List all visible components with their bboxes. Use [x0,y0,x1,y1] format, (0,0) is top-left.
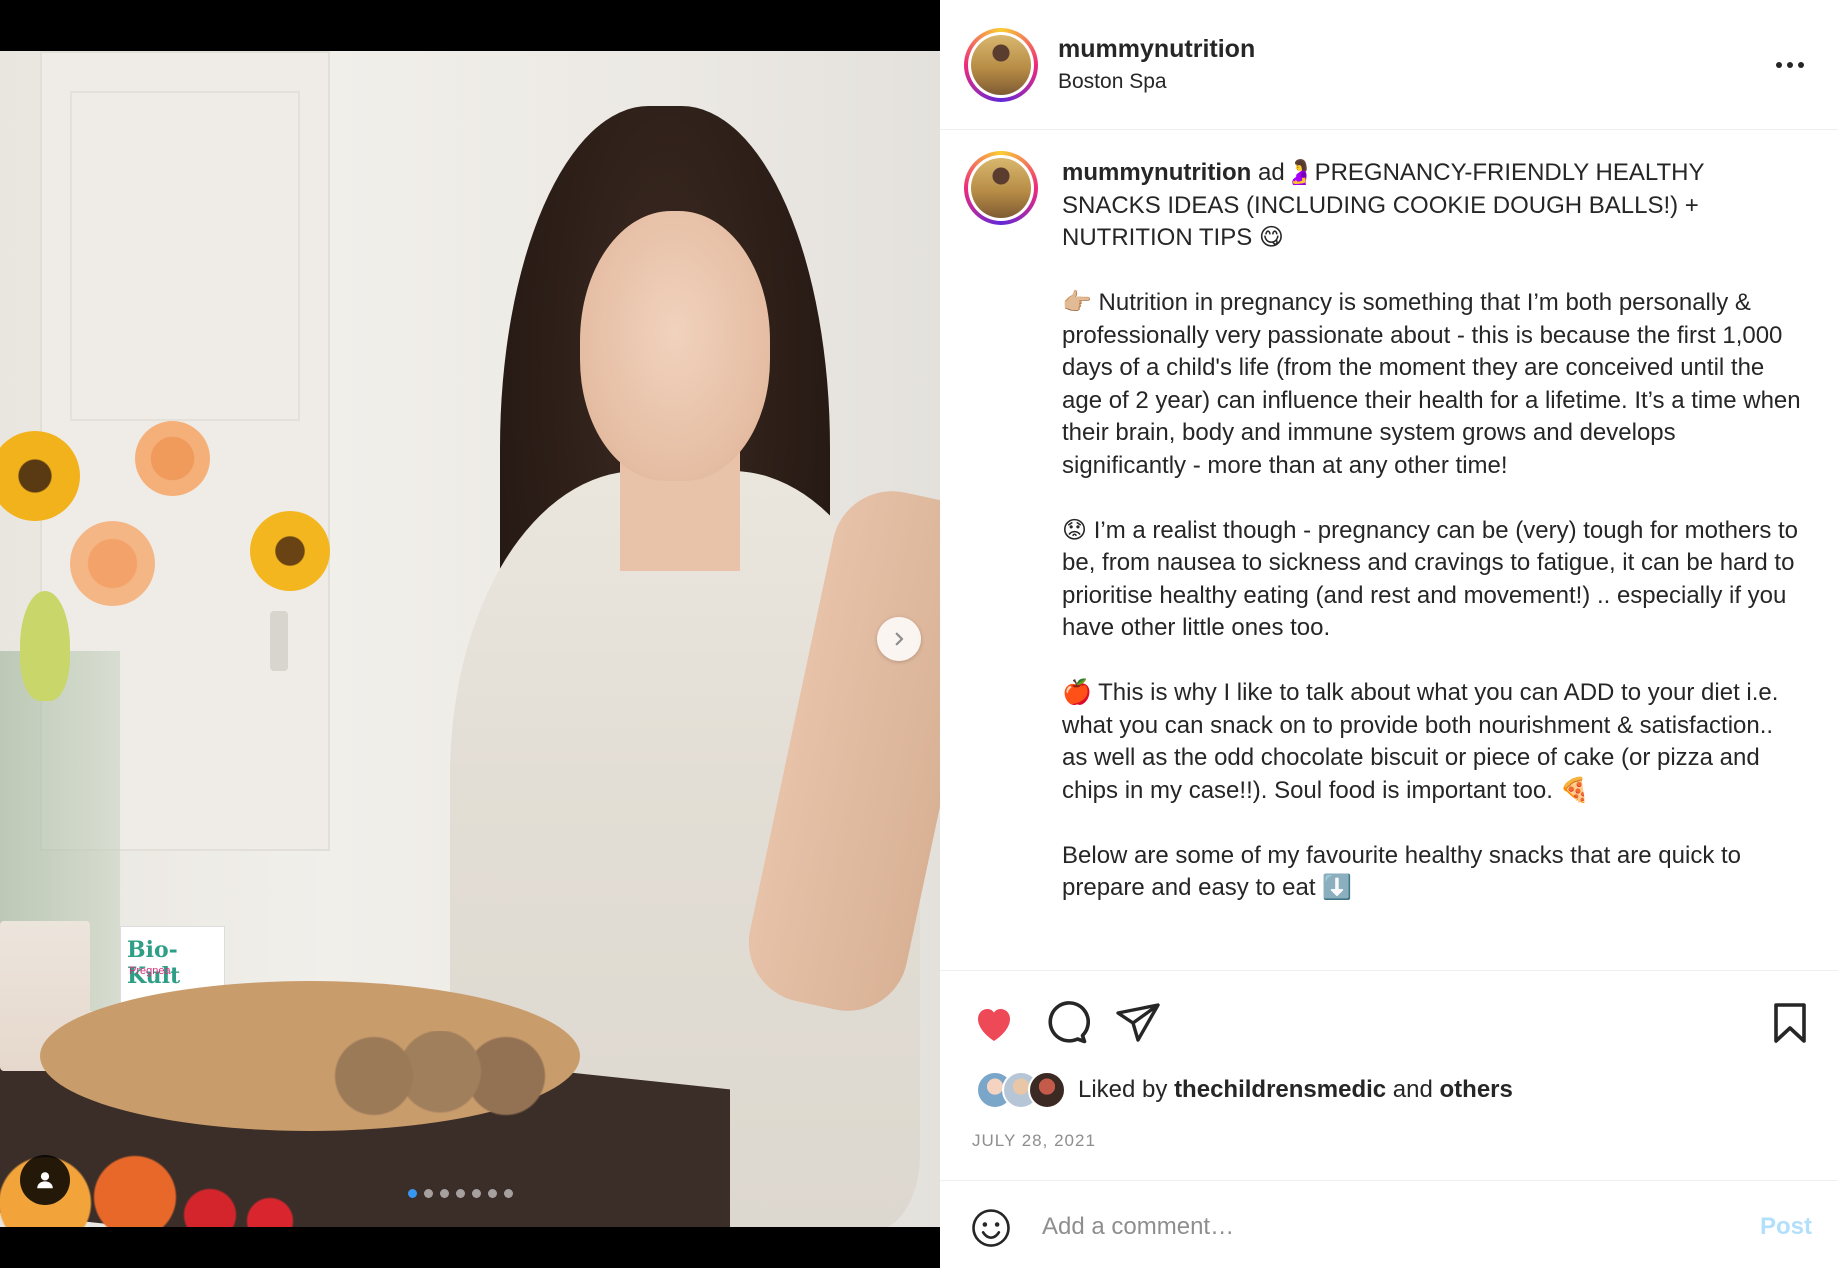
post-photo: Bio-Kult Pregnea [0,51,940,1227]
heart-icon[interactable] [970,999,1018,1047]
liked-by-prefix: Liked by [1078,1076,1168,1103]
caption-headline-paragraph: mummynutrition ad🤰PREGNANCY-FRIENDLY HEA… [1062,157,1802,255]
comment-input[interactable] [1042,1203,1662,1251]
instagram-post-view: Bio-Kult Pregnea mummynutrition Boston S… [0,0,1838,1268]
send-icon[interactable] [1114,999,1162,1047]
product-subtitle: Pregnea [129,965,171,977]
carousel-indicator [408,1189,513,1198]
liked-by-joiner: and [1392,1076,1433,1103]
post-side-panel: mummynutrition Boston Spa mummynutrition… [940,0,1838,1268]
emoji-icon[interactable] [970,1207,1012,1249]
caption-paragraph: 👉🏼 Nutrition in pregnancy is something t… [1062,289,1801,479]
carousel-dot [472,1189,481,1198]
bookmark-icon[interactable] [1766,999,1814,1047]
caption-paragraph: Below are some of my favourite healthy s… [1062,841,1741,902]
more-dots-icon [1776,62,1782,68]
photo-door-handle [270,611,288,671]
comment-icon[interactable] [1042,999,1090,1047]
carousel-dot [456,1189,465,1198]
carousel-dot [504,1189,513,1198]
liked-by: Liked by thechildrensmedic and others [976,1071,1513,1109]
liker-avatar [1028,1071,1066,1109]
carousel-dot [408,1189,417,1198]
post-date[interactable]: JULY 28, 2021 [972,1131,1096,1151]
chevron-right-icon [895,632,904,646]
carousel-next-button[interactable] [877,617,921,661]
carousel-dot [424,1189,433,1198]
carousel-dot [440,1189,449,1198]
comment-composer: Post [940,1180,1838,1268]
liked-by-text: Liked by thechildrensmedic and others [1078,1076,1513,1104]
media-carousel: Bio-Kult Pregnea [0,0,940,1268]
caption-author-avatar[interactable] [964,151,1038,225]
post-caption: mummynutrition ad🤰PREGNANCY-FRIENDLY HEA… [940,131,1838,969]
post-comment-button[interactable]: Post [1760,1213,1812,1241]
photo-leaf [20,591,70,701]
user-icon [37,1172,53,1189]
caption-paragraph: 😟 I’m a realist though - pregnancy can b… [1062,516,1799,642]
more-dots-icon [1787,62,1793,68]
post-actions: Liked by thechildrensmedic and others JU… [940,970,1838,1180]
author-username[interactable]: mummynutrition [1058,35,1255,64]
product-brand: Bio-Kult [127,937,181,989]
author-avatar[interactable] [964,28,1038,102]
liker-username[interactable]: thechildrensmedic [1174,1076,1386,1103]
post-location[interactable]: Boston Spa [1058,70,1167,94]
photo-face [580,211,770,481]
tagged-users-button[interactable] [20,1155,70,1205]
photo-rose [70,521,155,606]
likes-others-link[interactable]: others [1440,1076,1513,1103]
post-header: mummynutrition Boston Spa [940,0,1838,130]
caption-author-username[interactable]: mummynutrition [1062,159,1251,186]
caption-paragraph: 🍎 This is why I like to talk about what … [1062,679,1779,804]
photo-door-panel [70,91,300,421]
photo-rose [135,421,210,496]
caption-text: mummynutrition ad🤰PREGNANCY-FRIENDLY HEA… [1062,157,1802,937]
photo-sunflower [250,511,330,591]
more-dots-icon [1798,62,1804,68]
photo-cookie-dough-balls [330,1031,550,1121]
more-options-button[interactable] [1770,50,1810,80]
carousel-dot [488,1189,497,1198]
